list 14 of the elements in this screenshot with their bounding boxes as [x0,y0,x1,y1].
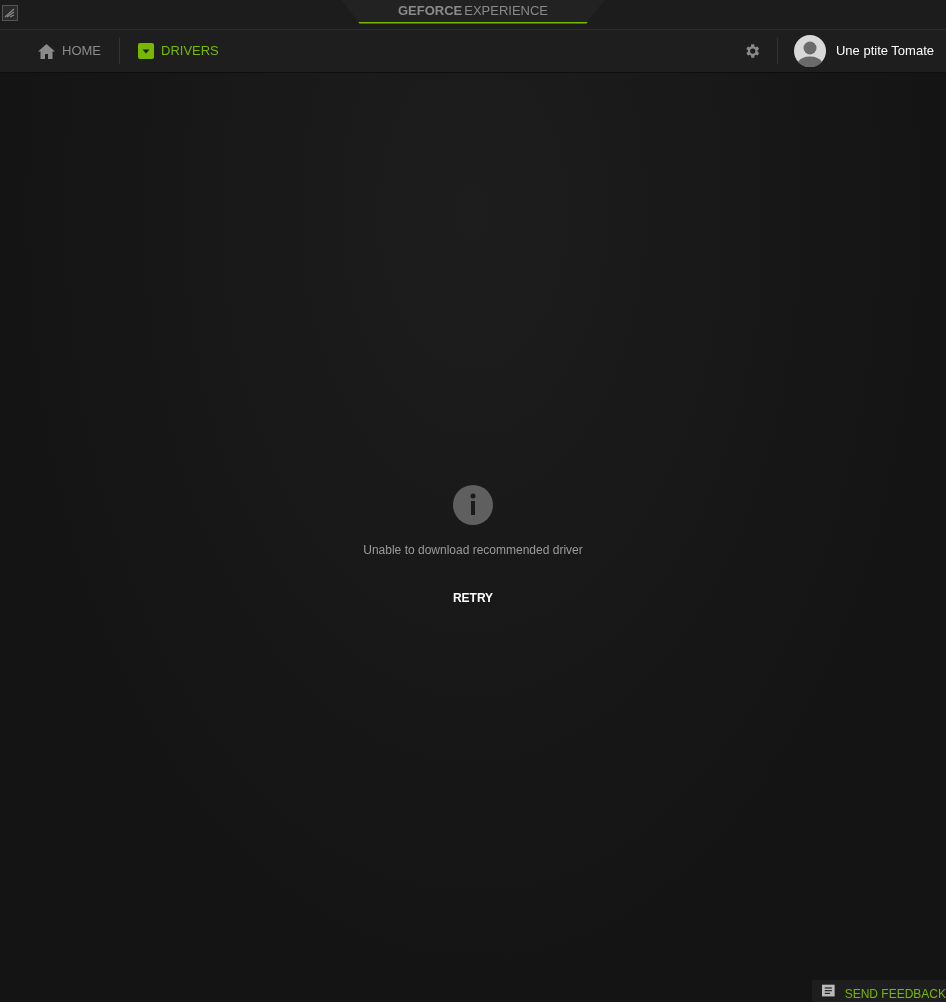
feedback-button[interactable]: SEND FEEDBACK [812,980,946,1002]
avatar-icon[interactable] [793,35,826,67]
user-name[interactable]: Une ptite Tomate [835,41,934,61]
feedback-label: SEND FEEDBACK [844,986,946,1002]
comment-icon [822,984,835,998]
home-icon [38,43,55,59]
nav-tab[interactable]: DRIVERS [138,41,219,61]
info-icon [453,485,493,525]
error-message: Unable to download recommended driver [363,542,583,559]
brand-title: GEFORCE [397,1,463,20]
retry-button[interactable]: RETRY [448,589,498,607]
nav-tab[interactable]: HOME [38,41,101,61]
download-icon [138,43,154,59]
product-title: EXPERIENCE [464,1,549,20]
